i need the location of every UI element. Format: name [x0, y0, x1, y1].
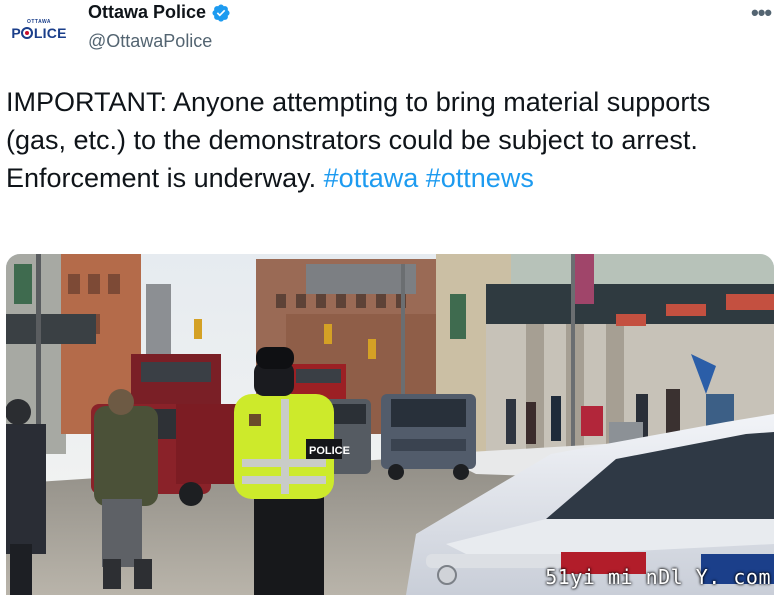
- tweet-photo[interactable]: POLICE: [6, 254, 774, 595]
- author-handle[interactable]: @OttawaPolice: [88, 31, 212, 52]
- watermark-text: 51yi mi nDl Y. com: [545, 565, 771, 589]
- street-scene-photo: POLICE: [6, 254, 774, 595]
- tweet-text: IMPORTANT: Anyone attempting to bring ma…: [6, 83, 766, 197]
- more-horizontal-icon[interactable]: •••: [751, 0, 772, 26]
- hashtag-ottawa[interactable]: #ottawa: [324, 163, 419, 193]
- avatar[interactable]: OTTAWA P LICE: [6, 8, 72, 52]
- vest-label: POLICE: [309, 445, 350, 457]
- tweet-header: OTTAWA P LICE Ottawa Police @OttawaPolice…: [0, 0, 777, 62]
- avatar-logo: P LICE: [11, 25, 67, 41]
- author-name-row[interactable]: Ottawa Police: [88, 2, 231, 23]
- display-name[interactable]: Ottawa Police: [88, 2, 206, 23]
- hashtag-ottnews[interactable]: #ottnews: [426, 163, 534, 193]
- verified-badge-icon: [212, 3, 230, 22]
